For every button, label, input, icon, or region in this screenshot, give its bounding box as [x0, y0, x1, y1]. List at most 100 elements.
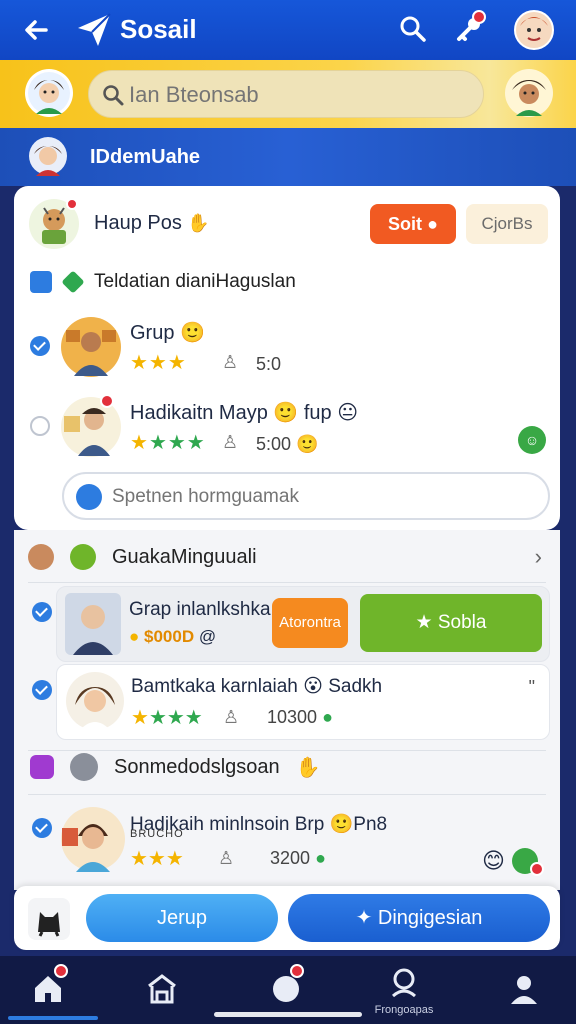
checkbox[interactable]	[30, 416, 50, 436]
more-button[interactable]: "	[529, 677, 535, 698]
search-button[interactable]	[398, 14, 428, 44]
back-button[interactable]	[20, 14, 52, 46]
search-icon	[400, 16, 426, 42]
notification-dot	[290, 964, 304, 978]
nav-store[interactable]	[130, 964, 194, 1016]
diamond-icon	[61, 270, 85, 294]
face-emoji-icon: 🙂	[273, 402, 299, 424]
person-icon: ♙	[222, 352, 239, 372]
row-extra: Pn8	[353, 814, 388, 835]
group-title: IDdemUahe	[90, 146, 201, 168]
list-item[interactable]: Hadikaitn Mayp 🙂 fup 😐 ★★★★ ♙ 5:00 🙂 ☺	[30, 394, 550, 464]
nav-profile[interactable]	[492, 964, 556, 1016]
avatar	[60, 806, 126, 872]
divider	[28, 582, 546, 583]
row-name: Grap inlanlkshka	[129, 599, 271, 620]
group-header[interactable]: IDdemUahe	[0, 128, 576, 186]
top-app-bar: Sosail	[0, 0, 576, 60]
action-button-label: Sobla	[437, 612, 487, 633]
smile-badge-icon[interactable]: ☺	[518, 426, 546, 454]
notification-dot	[66, 198, 78, 210]
comment-input[interactable]	[112, 482, 532, 512]
star-rating: ★★★★	[131, 705, 203, 730]
checkbox[interactable]	[30, 336, 50, 356]
rating-stars: ★	[131, 707, 149, 729]
rating-stars-green: ★★★	[148, 707, 203, 729]
list-item[interactable]: Grup 🙂 ★★★ ♙ 5:0	[30, 316, 550, 384]
row-extra: Sadkh	[328, 676, 383, 697]
person-icon: ♙	[223, 707, 240, 727]
row-score: 3200 ●	[270, 848, 326, 869]
action-button[interactable]: ★ Sobla	[360, 594, 542, 652]
discussion-button[interactable]: ✦ Dingigesian	[288, 894, 550, 942]
tag-icon	[30, 755, 54, 779]
nav-home[interactable]	[16, 964, 80, 1016]
member-name-text: Grup	[130, 322, 175, 344]
section-title: Sonmedodslgsoan	[114, 755, 280, 778]
section-header[interactable]: Sonmedodslgsoan ✋	[30, 752, 550, 782]
member-suffix: fup	[303, 402, 332, 424]
pencil-icon	[76, 484, 102, 510]
user-avatar[interactable]	[514, 10, 554, 50]
pet-button[interactable]	[28, 898, 70, 940]
hand-emoji-icon: ✋	[187, 213, 210, 233]
star-rating: ★★★	[130, 350, 187, 375]
arrow-left-icon	[25, 20, 48, 40]
avatar	[60, 394, 122, 458]
tag-icon: ●	[427, 214, 438, 234]
rating-stars: ★★★	[130, 352, 187, 374]
amount-text: $000D	[144, 627, 195, 646]
notification-dot	[530, 862, 544, 876]
hand-emoji-icon: ✋	[295, 756, 321, 779]
join-button[interactable]: Jerup	[86, 894, 278, 942]
chevron-right-icon[interactable]: ›	[535, 544, 542, 570]
key-button[interactable]	[454, 10, 486, 44]
rating-stars: ★	[130, 432, 149, 454]
person-icon: ♙	[222, 432, 239, 452]
paper-plane-logo-icon	[76, 12, 112, 48]
row-amount: ● $000D @	[129, 627, 216, 647]
group-avatar[interactable]	[28, 198, 80, 250]
list-item[interactable]: Bamtkaka karnlaiah 😮 Sadkh ★★★★ ♙ 10300 …	[56, 664, 550, 740]
chat-icon: ✦	[355, 907, 373, 929]
row-name: Bamtkaka karnlaiah 😮 Sadkh	[131, 675, 382, 698]
member-score: 5:0	[256, 354, 282, 374]
gamepad-icon	[70, 753, 98, 781]
star-icon: ★	[415, 612, 433, 633]
search-field[interactable]	[88, 70, 484, 118]
avatar	[65, 671, 125, 731]
row-score-text: 3200	[270, 848, 311, 868]
search-input[interactable]	[129, 79, 469, 111]
sort-button-label: Soit	[388, 214, 423, 234]
nav-chat[interactable]	[254, 964, 318, 1016]
avatar[interactable]	[504, 68, 554, 118]
search-band	[0, 60, 576, 128]
divider	[28, 750, 546, 751]
checkbox[interactable]	[32, 602, 52, 622]
avatar	[60, 316, 122, 378]
member-score: 5:00 🙂	[256, 434, 318, 455]
checkbox[interactable]	[32, 680, 52, 700]
member-name: Hadikaitn Mayp 🙂 fup 😐	[130, 400, 358, 425]
tag-button[interactable]: Atorontra	[272, 598, 348, 648]
row-score: 10300 ●	[267, 707, 333, 728]
cat-icon	[38, 912, 60, 937]
avatar[interactable]	[24, 68, 74, 118]
checkbox[interactable]	[32, 818, 52, 838]
nav-discover[interactable]: Frongoapas	[372, 964, 436, 1016]
face-emoji-icon: 😐	[337, 402, 359, 424]
smile-emoji-icon: 🙂	[296, 434, 319, 454]
notification-dot	[100, 394, 114, 408]
section-header[interactable]: GuakaMinguuali	[28, 542, 548, 572]
group-card: Haup Pos ✋ Soit ● CjorBs Teldatian diani…	[14, 186, 560, 530]
comment-field[interactable]	[62, 472, 550, 520]
avatar	[28, 136, 68, 176]
row-name-text: Bamtkaka karnlaiah	[131, 676, 298, 697]
sort-button[interactable]: Soit ●	[370, 204, 456, 244]
section-title: GuakaMinguuali	[112, 545, 257, 568]
smile-emoji-icon[interactable]: 😊	[482, 848, 505, 874]
member-name: Grup 🙂	[130, 320, 205, 345]
notification-dot	[54, 964, 68, 978]
list-item[interactable]: Hadikaih minlnsoin Brp 🙂Pn8 BRUCHO ★★★ ♙…	[56, 800, 550, 880]
secondary-button[interactable]: CjorBs	[466, 204, 548, 244]
